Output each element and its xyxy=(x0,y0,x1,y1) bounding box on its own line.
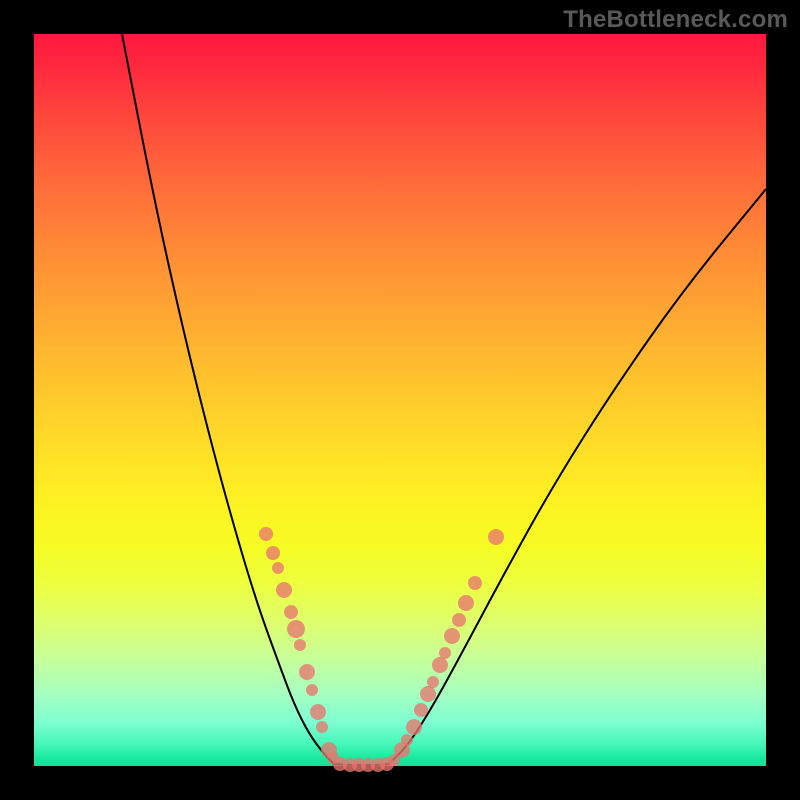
sample-point xyxy=(468,576,482,590)
sample-point xyxy=(259,527,273,541)
sample-point xyxy=(310,704,326,720)
scatter-group xyxy=(259,527,504,772)
sample-point xyxy=(306,684,318,696)
sample-point xyxy=(316,721,328,733)
sample-point xyxy=(406,719,422,735)
sample-point xyxy=(458,595,474,611)
sample-point xyxy=(299,664,315,680)
sample-point xyxy=(266,546,280,560)
sample-point xyxy=(452,613,466,627)
sample-point xyxy=(294,639,306,651)
sample-point xyxy=(439,647,451,659)
sample-point xyxy=(420,686,436,702)
sample-point xyxy=(287,620,305,638)
sample-point xyxy=(444,628,460,644)
watermark-text: TheBottleneck.com xyxy=(563,6,788,34)
sample-point xyxy=(414,703,428,717)
sample-point xyxy=(272,562,284,574)
chart-svg xyxy=(34,34,766,766)
sample-point xyxy=(401,734,413,746)
sample-point xyxy=(276,582,292,598)
sample-point xyxy=(488,529,504,545)
sample-point xyxy=(432,657,448,673)
sample-point xyxy=(427,676,439,688)
sample-point xyxy=(284,605,298,619)
